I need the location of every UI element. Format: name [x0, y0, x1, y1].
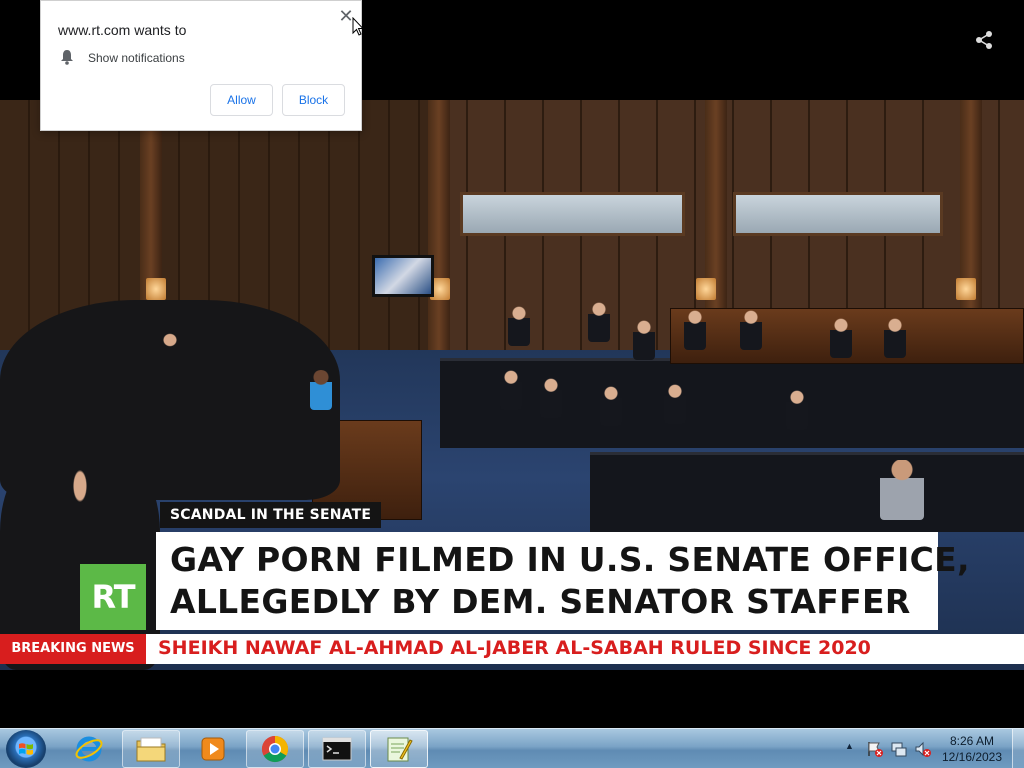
cmd-icon [322, 737, 352, 761]
taskbar: ▲ 8:26 AM 12/16/2023 [0, 728, 1024, 768]
nominee [310, 370, 332, 410]
clock[interactable]: 8:26 AM 12/16/2023 [936, 733, 1008, 765]
rt-logo: RT [80, 564, 146, 630]
ie-icon [75, 736, 103, 762]
senator [884, 318, 906, 358]
block-button[interactable]: Block [282, 84, 345, 116]
senator [588, 302, 610, 342]
screen: SCANDAL IN THE SENATE RT GAY PORN FILMED… [0, 0, 1024, 768]
taskbar-notepad-plus[interactable] [370, 730, 428, 768]
chrome-icon [261, 735, 289, 763]
lamp [696, 278, 716, 300]
photographer [786, 390, 808, 430]
taskbar-command-prompt[interactable] [308, 730, 366, 768]
news-kicker: SCANDAL IN THE SENATE [160, 502, 382, 528]
senator [880, 460, 924, 520]
media-player-icon [201, 737, 225, 761]
volume-muted-icon[interactable] [914, 740, 932, 758]
notepad-icon [387, 737, 413, 762]
show-hidden-icons-button[interactable]: ▲ [845, 741, 854, 751]
allow-button[interactable]: Allow [210, 84, 273, 116]
front-dais [590, 452, 1024, 532]
wood-column [428, 100, 450, 360]
taskbar-internet-explorer[interactable] [60, 730, 118, 768]
folder-icon [136, 737, 166, 762]
breaking-news-label: BREAKING NEWS [0, 634, 146, 664]
lamp [956, 278, 976, 300]
ticker-text: SHEIKH NAWAF AL-AHMAD AL-JABER AL-SABAH … [158, 637, 871, 659]
photographer [664, 384, 686, 424]
senator [508, 306, 530, 346]
rt-logo-text: RT [91, 578, 135, 616]
gallery-window [733, 192, 943, 236]
senator [633, 320, 655, 360]
tv-monitor [372, 255, 434, 297]
clock-time: 8:26 AM [949, 734, 995, 748]
photographer [600, 386, 622, 426]
gallery-window [460, 192, 685, 236]
notification-permission-prompt: www.rt.com wants to Show notifications ✕… [40, 0, 362, 131]
taskbar-media-player[interactable] [184, 730, 242, 768]
start-button[interactable] [6, 730, 46, 768]
photographer [500, 370, 522, 410]
senate-dais [440, 358, 1024, 448]
network-icon[interactable] [890, 740, 908, 758]
photographer [540, 378, 562, 418]
headline-line-2: ALLEGEDLY BY DEM. SENATOR STAFFER [170, 582, 911, 621]
clock-date: 12/16/2023 [941, 750, 1003, 764]
taskbar-file-explorer[interactable] [122, 730, 180, 768]
show-desktop-button[interactable] [1012, 729, 1024, 768]
senator [830, 318, 852, 358]
headline-line-1: GAY PORN FILMED IN U.S. SENATE OFFICE, [170, 540, 970, 579]
senator [684, 310, 706, 350]
news-ticker: BREAKING NEWS SHEIKH NAWAF AL-AHMAD AL-J… [0, 634, 1024, 664]
permission-text: Show notifications [88, 51, 185, 65]
senator [740, 310, 762, 350]
mouse-cursor-icon [352, 17, 364, 36]
lamp [146, 278, 166, 300]
bell-icon [61, 50, 73, 65]
headline-box: GAY PORN FILMED IN U.S. SENATE OFFICE, A… [156, 532, 969, 630]
windows-flag-icon [19, 743, 33, 755]
taskbar-chrome[interactable] [246, 730, 304, 768]
prompt-origin: www.rt.com wants to [58, 22, 187, 38]
action-center-flag-icon[interactable] [866, 740, 884, 758]
share-icon[interactable] [974, 30, 994, 50]
